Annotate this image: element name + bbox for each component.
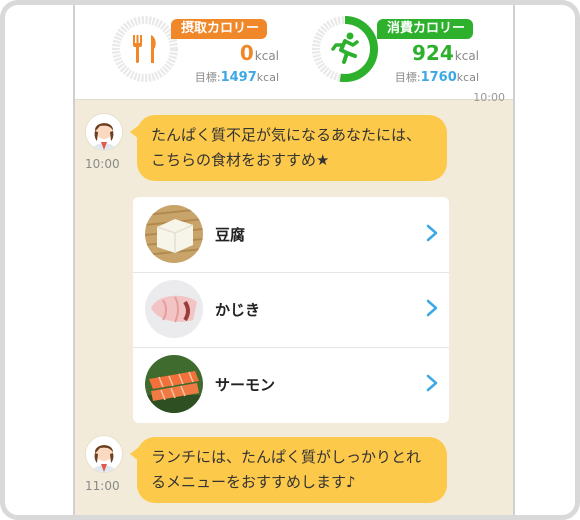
burn-value-number: 924 <box>412 41 454 65</box>
intake-label: 摂取カロリー <box>171 19 268 39</box>
burn-progress-ring <box>312 16 378 82</box>
app-screen: 摂取カロリー 0kcal 目標:1497kcal 消費カロリー 924kcal … <box>73 5 515 515</box>
burn-value: 924kcal <box>412 41 479 65</box>
burn-calorie-panel[interactable]: 消費カロリー 924kcal 目標:1760kcal <box>311 15 479 91</box>
food-recommendation-list: 豆腐 かじき サーモン <box>133 197 449 423</box>
previous-message-time: 10:00 <box>473 91 505 104</box>
swordfish-image <box>145 280 203 338</box>
message-time: 10:00 <box>85 157 120 171</box>
device-frame: 摂取カロリー 0kcal 目標:1497kcal 消費カロリー 924kcal … <box>0 0 580 520</box>
chevron-right-icon <box>426 374 438 392</box>
intake-progress-ring <box>112 16 178 82</box>
intake-goal-value: 1497 <box>220 70 257 85</box>
food-item-salmon[interactable]: サーモン <box>133 347 449 422</box>
tofu-image <box>145 205 203 263</box>
food-name: 豆腐 <box>215 226 246 244</box>
message-bubble: ランチには、たんぱく質がしっかりとれるメニューをおすすめします♪ <box>130 437 447 503</box>
burn-goal: 目標:1760kcal <box>395 69 479 85</box>
advisor-avatar[interactable] <box>85 113 123 151</box>
salmon-image <box>145 355 203 413</box>
food-name: サーモン <box>215 376 276 394</box>
intake-calorie-panel[interactable]: 摂取カロリー 0kcal 目標:1497kcal <box>111 15 279 91</box>
calorie-summary-header: 摂取カロリー 0kcal 目標:1497kcal 消費カロリー 924kcal … <box>75 5 513 100</box>
message-time: 11:00 <box>85 479 120 493</box>
chevron-right-icon <box>426 299 438 317</box>
food-item-tofu[interactable]: 豆腐 <box>133 197 449 273</box>
message-bubble: たんぱく質不足が気になるあなたには、こちらの食材をおすすめ★ <box>130 115 447 181</box>
burn-value-unit: kcal <box>454 49 479 63</box>
food-name: かじき <box>215 301 261 319</box>
intake-value-unit: kcal <box>254 49 279 63</box>
intake-value: 0kcal <box>240 41 279 65</box>
burn-goal-unit: kcal <box>456 71 479 84</box>
food-item-swordfish[interactable]: かじき <box>133 272 449 348</box>
chevron-right-icon <box>426 224 438 242</box>
burn-label: 消費カロリー <box>377 19 474 39</box>
intake-goal-label: 目標: <box>194 71 221 84</box>
intake-value-number: 0 <box>239 41 254 65</box>
intake-goal: 目標:1497kcal <box>195 69 279 85</box>
burn-goal-value: 1760 <box>420 70 457 85</box>
burn-goal-label: 目標: <box>394 71 421 84</box>
advisor-avatar[interactable] <box>85 435 123 473</box>
intake-goal-unit: kcal <box>256 71 279 84</box>
